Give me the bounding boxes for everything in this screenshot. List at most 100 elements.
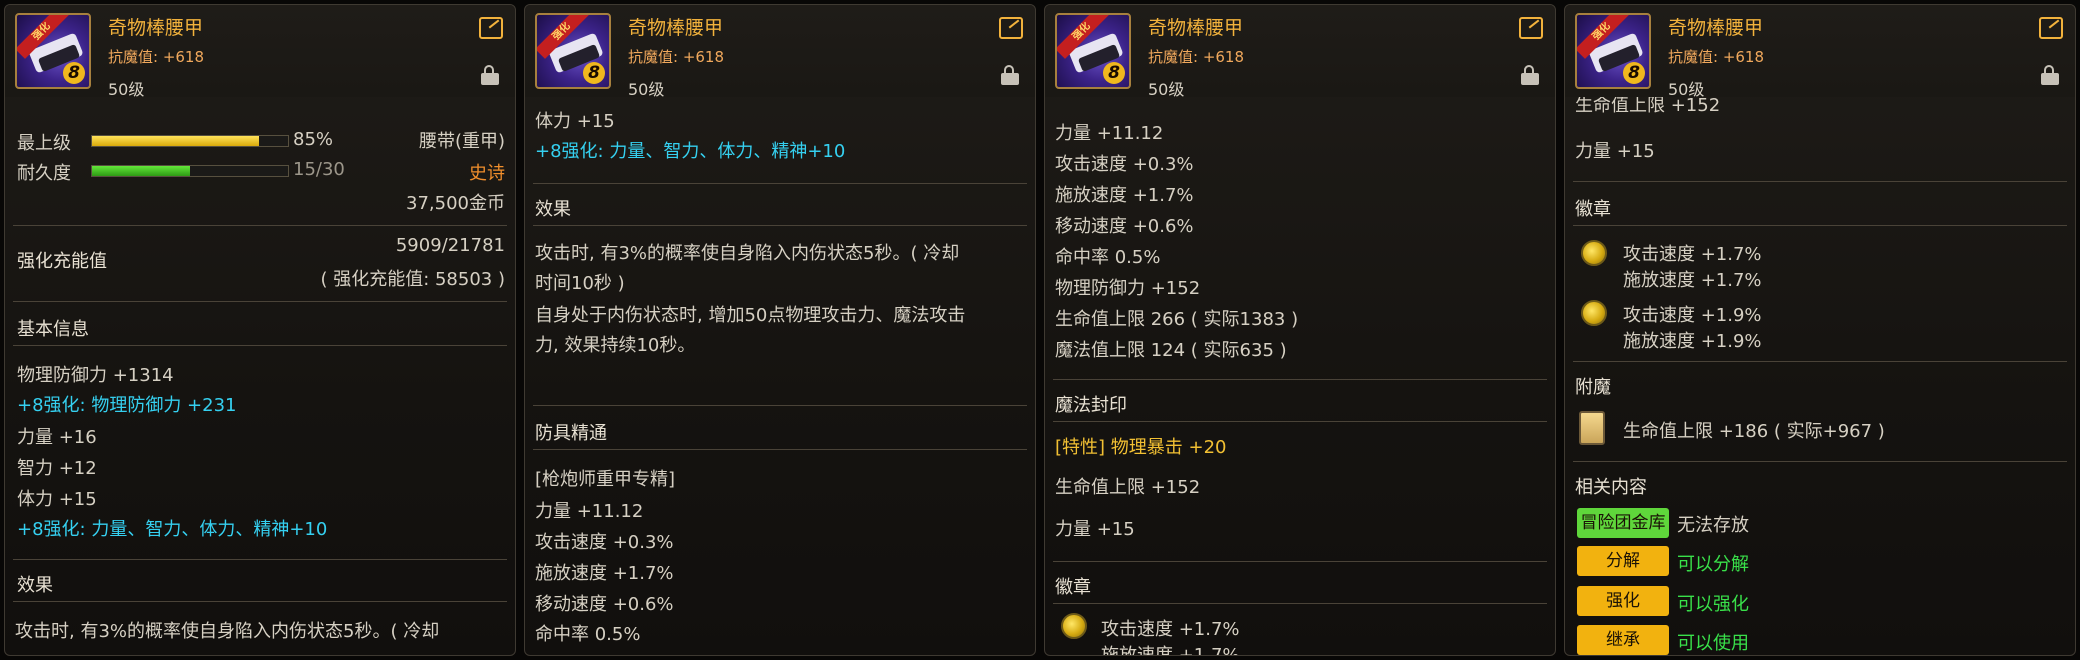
divider [1053,561,1547,562]
charge-value: 5909/21781 [395,235,505,256]
related-tag-inherit: 继承 [1577,625,1669,655]
related-text: 可以强化 [1677,594,1749,615]
divider [1573,461,2067,462]
emblem-line: 攻击速度 +1.7% [1101,619,1240,640]
charge-value-total: ( 强化充能值: 58503 ) [320,269,505,290]
item-name: 奇物棒腰甲 [1668,17,1764,39]
item-resist: 抗魔值: +618 [108,48,205,66]
related-tag-enhance: 强化 [1577,586,1669,616]
item-name: 奇物棒腰甲 [1148,17,1244,39]
divider [13,301,507,302]
section-title-basic: 基本信息 [17,319,89,340]
emblem-line: 施放速度 +1.9% [1623,331,1762,352]
tooltip-header: 强化 8 奇物棒腰甲 抗魔值: +618 50级 [525,5,1035,99]
stat-line: 物理防御力 +1314 [17,365,174,386]
item-level: 50级 [1668,80,1705,99]
grade-percent: 85% [293,129,334,150]
mastery-line: [枪炮师重甲专精] [535,469,676,490]
item-level: 50级 [628,80,665,99]
stat-line: 体力 +15 [17,489,97,510]
share-icon[interactable] [479,17,503,39]
item-level: 50级 [1148,80,1185,99]
stat-line: 移动速度 +0.6% [1055,216,1194,237]
share-icon[interactable] [2039,17,2063,39]
durability-bar [91,165,289,177]
divider [1573,225,2067,226]
mastery-line: 施放速度 +1.7% [535,563,674,584]
seal-line: 力量 +15 [1055,519,1135,540]
grade-label: 最上级 [17,133,71,154]
emblem-line: 施放速度 +1.7% [1101,645,1240,656]
item-resist: 抗魔值: +618 [628,48,725,66]
divider [1573,181,2067,182]
item-upgrade-badge: 8 [583,62,605,84]
lock-icon[interactable] [481,65,499,85]
divider [13,601,507,602]
section-title-emblem: 徽章 [1575,199,1611,220]
item-resist: 抗魔值: +618 [1668,48,1765,66]
lock-icon[interactable] [1521,65,1539,85]
divider [1053,421,1547,422]
item-upgrade-badge: 8 [1103,62,1125,84]
mastery-line: 命中率 0.5% [535,624,641,645]
tooltip-header: 强化 8 奇物棒腰甲 抗魔值: +618 50级 [5,5,515,99]
emblem-orb-icon [1581,240,1607,266]
section-title-effect: 效果 [535,199,571,220]
section-title-effect: 效果 [17,575,53,596]
stat-line: 魔法值上限 124 ( 实际635 ) [1055,340,1287,361]
related-tag-disassemble: 分解 [1577,546,1669,576]
item-tooltip-panel-3: 强化 8 奇物棒腰甲 抗魔值: +618 50级 力量 +11.12 攻击速度 … [1044,4,1556,656]
durability-value: 15/30 [293,159,345,180]
divider [1053,379,1547,380]
share-icon[interactable] [1519,17,1543,39]
emblem-orb-icon [1581,300,1607,326]
section-title-emblem: 徽章 [1055,577,1091,598]
lock-icon[interactable] [2041,65,2059,85]
item-upgrade-badge: 8 [63,62,85,84]
stat-line: 力量 +11.12 [1055,123,1164,144]
section-title-seal: 魔法封印 [1055,395,1127,416]
stat-line: 力量 +16 [17,427,97,448]
item-tooltip-panel-2: 强化 8 奇物棒腰甲 抗魔值: +618 50级 体力 +15 +8强化: 力量… [524,4,1036,656]
divider [13,345,507,346]
item-rarity: 史诗 [469,163,505,184]
enchant-line: 生命值上限 +186 ( 实际+967 ) [1623,421,1885,442]
item-tooltip-panel-4: 生命值上限 +152 强化 8 奇物棒腰甲 抗魔值: +618 50级 力量 +… [1564,4,2076,656]
item-icon: 强化 8 [535,13,611,89]
stat-line: 生命值上限 266 ( 实际1383 ) [1055,309,1299,330]
item-tooltip-panel-1: 强化 8 奇物棒腰甲 抗魔值: +618 50级 最上级 85% 腰带(重甲) … [4,4,516,656]
mastery-line: 力量 +11.12 [535,501,644,522]
effect-line: 力, 效果持续10秒。 [535,335,696,356]
stat-line: 施放速度 +1.7% [1055,185,1194,206]
item-upgrade-badge: 8 [1623,62,1645,84]
effect-line: 攻击时, 有3%的概率使自身陷入内伤状态5秒。( 冷却 [535,243,960,264]
related-text: 可以分解 [1677,554,1749,575]
section-title-enchant: 附魔 [1575,377,1611,398]
stat-line: 命中率 0.5% [1055,247,1161,268]
divider [13,225,507,226]
divider [533,405,1027,406]
related-text: 可以使用 [1677,633,1749,654]
stat-line: 物理防御力 +152 [1055,278,1201,299]
tooltip-header: 强化 8 奇物棒腰甲 抗魔值: +618 50级 [1565,5,2075,99]
seal-special: [特性] 物理暴击 +20 [1055,437,1227,458]
seal-line: 生命值上限 +152 [1055,477,1201,498]
item-name: 奇物棒腰甲 [628,17,724,39]
item-icon: 强化 8 [15,13,91,89]
mastery-line: 攻击速度 +0.3% [535,532,674,553]
durability-label: 耐久度 [17,163,71,184]
stat-line-enhance: +8强化: 力量、智力、体力、精神+10 [535,141,846,162]
effect-line: 时间10秒 ) [535,273,625,294]
emblem-line: 攻击速度 +1.7% [1623,244,1762,265]
share-icon[interactable] [999,17,1023,39]
lock-icon[interactable] [1001,65,1019,85]
emblem-line: 施放速度 +1.7% [1623,270,1762,291]
related-text: 无法存放 [1677,515,1749,536]
emblem-line: 攻击速度 +1.9% [1623,305,1762,326]
item-resist: 抗魔值: +618 [1148,48,1245,66]
item-icon: 强化 8 [1055,13,1131,89]
effect-line: 自身处于内伤状态时, 增加50点物理攻击力、魔法攻击 [535,305,966,326]
stat-line-enhance: +8强化: 物理防御力 +231 [17,395,237,416]
emblem-orb-icon [1061,613,1087,639]
item-icon: 强化 8 [1575,13,1651,89]
